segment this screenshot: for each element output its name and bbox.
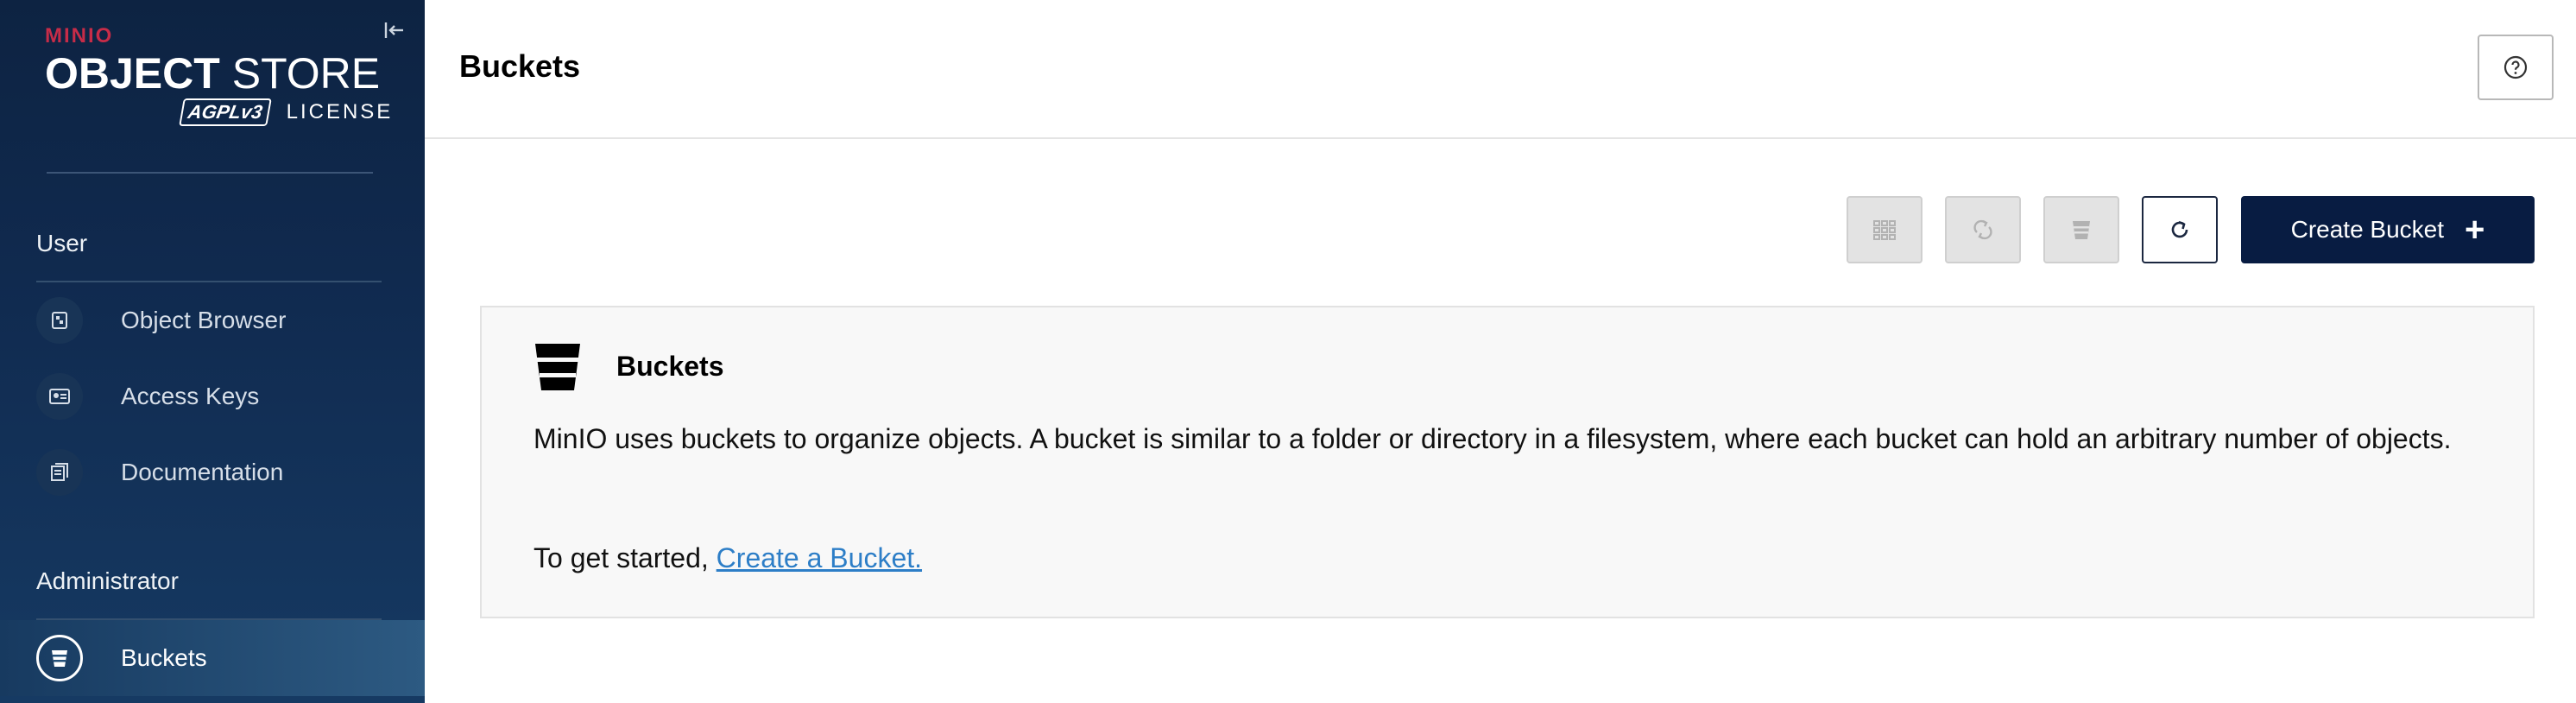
license-row: AGPLv3 LICENSE [179,98,390,126]
object-browser-icon [36,297,83,344]
page-title: Buckets [459,48,581,84]
replication-icon [1973,219,1992,240]
access-keys-icon [36,373,83,420]
sidebar-item-access-keys[interactable]: Access Keys [0,358,425,434]
product-name: OBJECT STORE [45,49,381,98]
sidebar-item-buckets[interactable]: Buckets [0,620,425,696]
section-title-administrator: Administrator [36,567,179,594]
agpl-badge: AGPLv3 [179,98,272,126]
grid-view-icon [1873,220,1896,240]
buckets-info-card: Buckets MinIO uses buckets to organize o… [480,306,2535,618]
sidebar-item-object-browser[interactable]: Object Browser [0,282,425,358]
help-icon [2503,55,2528,79]
card-description: MinIO uses buckets to organize objects. … [534,423,2452,454]
lifecycle-icon [2073,221,2090,239]
page-header: Buckets [425,0,2576,139]
sidebar: MINIO OBJECT STORE AGPLv3 LICENSE User O… [0,0,425,703]
license-label: LICENSE [286,100,394,124]
refresh-button[interactable] [2142,196,2218,263]
create-bucket-button[interactable]: Create Bucket + [2241,196,2535,263]
app-logo: MINIO OBJECT STORE AGPLv3 LICENSE [45,24,390,136]
card-title: Buckets [616,351,724,382]
create-bucket-link[interactable]: Create a Bucket. [717,542,922,573]
section-title-user: User [36,230,88,256]
sidebar-item-label: Buckets [121,644,207,671]
lifecycle-button[interactable] [2043,196,2119,263]
get-started-text: To get started, Create a Bucket. [534,542,923,573]
documentation-icon [36,449,83,496]
refresh-icon [2171,220,2188,238]
bucket-icon [36,635,83,681]
grid-view-button[interactable] [1847,196,1923,263]
sidebar-item-label: Access Keys [121,383,260,409]
replication-button[interactable] [1945,196,2021,263]
bucket-icon [535,344,580,390]
sidebar-item-label: Documentation [121,459,284,485]
brand-name: MINIO [45,24,114,48]
logo-divider [47,172,373,174]
sidebar-item-documentation[interactable]: Documentation [0,434,425,510]
sidebar-item-label: Object Browser [121,307,287,333]
create-bucket-label: Create Bucket [2290,216,2445,243]
help-button[interactable] [2478,35,2554,100]
plus-icon: + [2465,211,2485,249]
